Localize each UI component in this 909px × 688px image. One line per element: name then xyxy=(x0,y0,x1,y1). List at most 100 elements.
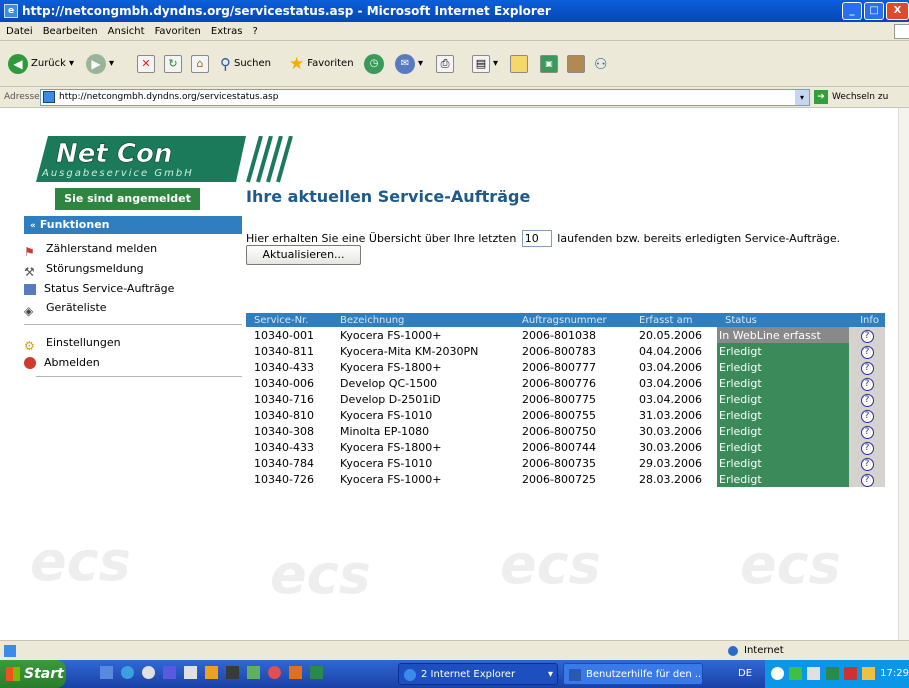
col-erfasst-am[interactable]: Erfasst am xyxy=(631,313,717,327)
home-button[interactable]: ⌂ xyxy=(191,53,209,75)
cell-bezeichnung: Kyocera FS-1010 xyxy=(340,408,433,422)
info-icon[interactable]: ? xyxy=(860,473,874,487)
cell-auftragsnummer: 2006-800783 xyxy=(522,344,596,358)
col-status[interactable]: Status xyxy=(717,313,849,327)
cell-service-nr: 10340-006 xyxy=(254,376,314,390)
col-info[interactable]: Info xyxy=(849,313,885,327)
info-icon[interactable]: ? xyxy=(860,329,874,343)
tray-icon[interactable] xyxy=(789,666,803,680)
col-service-nr[interactable]: Service-Nr. xyxy=(246,313,332,327)
windows-flag-icon xyxy=(6,667,20,681)
quick-launch xyxy=(100,666,325,679)
table-row: 10340-308 Minolta EP-1080 2006-800750 30.03… xyxy=(246,423,885,439)
quicklaunch-icon[interactable] xyxy=(205,666,218,679)
cell-service-nr: 10340-433 xyxy=(254,440,314,454)
go-arrow-icon[interactable]: ➔ xyxy=(814,90,828,104)
window-titlebar: e http://netcongmbh.dyndns.org/servicest… xyxy=(0,0,909,22)
tray-icon[interactable] xyxy=(807,666,821,680)
go-button[interactable]: Wechseln zu xyxy=(832,87,888,108)
sidebar-item-status[interactable]: Status Service-Aufträge xyxy=(24,279,174,298)
edit-button[interactable]: ▤ ▾ xyxy=(472,53,498,75)
language-indicator[interactable]: DE xyxy=(738,668,752,679)
menu-extras[interactable]: Extras xyxy=(211,26,243,37)
tray-icon[interactable] xyxy=(843,666,857,680)
quicklaunch-icon[interactable] xyxy=(121,666,134,679)
quicklaunch-icon[interactable] xyxy=(163,666,176,679)
stop-icon: ✕ xyxy=(137,55,155,73)
sidebar-item-geraeteliste[interactable]: ◈ Geräteliste xyxy=(24,298,107,318)
quicklaunch-icon[interactable] xyxy=(142,666,155,679)
watermark: ecs xyxy=(740,533,841,596)
info-icon[interactable]: ? xyxy=(860,441,874,455)
col-bezeichnung[interactable]: Bezeichnung xyxy=(332,313,514,327)
task-benutzerhilfe[interactable]: Benutzerhilfe für den ... xyxy=(563,663,703,685)
quicklaunch-icon[interactable] xyxy=(268,666,281,679)
sidebar-item-zaehlerstand[interactable]: ⚑ Zählerstand melden xyxy=(24,239,157,259)
messenger-button[interactable]: ▣ xyxy=(540,53,558,75)
close-button[interactable]: X xyxy=(886,2,909,20)
menu-bar: Datei Bearbeiten Ansicht Favoriten Extras? xyxy=(0,22,909,41)
chevron-left-icon: « xyxy=(30,221,36,231)
info-icon[interactable]: ? xyxy=(860,409,874,423)
quicklaunch-icon[interactable] xyxy=(289,666,302,679)
menu-datei[interactable]: Datei xyxy=(6,26,33,37)
tray-chevron-icon[interactable] xyxy=(771,666,784,680)
address-input[interactable]: http://netcongmbh.dyndns.org/servicestat… xyxy=(40,89,810,106)
back-button[interactable]: ◀ Zurück ▾ xyxy=(8,53,74,75)
maximize-button[interactable]: □ xyxy=(864,2,884,20)
history-button[interactable]: ◷ xyxy=(364,53,384,75)
cell-bezeichnung: Kyocera FS-1800+ xyxy=(340,360,442,374)
refresh-list-button[interactable]: Aktualisieren... xyxy=(246,245,361,265)
forward-button[interactable]: ▶ ▾ xyxy=(86,53,114,75)
watermark: ecs xyxy=(270,543,371,606)
sidebar-item-label: Abmelden xyxy=(44,356,100,369)
menu-help[interactable]: ? xyxy=(253,26,258,37)
print-button[interactable]: ⎙ xyxy=(436,53,454,75)
quicklaunch-icon[interactable] xyxy=(184,666,197,679)
mail-button[interactable]: ✉ ▾ xyxy=(395,53,423,75)
cell-info: ? xyxy=(849,391,885,407)
sidebar-item-stoerung[interactable]: ⚒ Störungsmeldung xyxy=(24,259,144,279)
table-row: 10340-006 Develop QC-1500 2006-800776 03.04… xyxy=(246,375,885,391)
menu-ansicht[interactable]: Ansicht xyxy=(108,26,145,37)
address-dropdown-icon[interactable]: ▾ xyxy=(795,90,809,105)
quicklaunch-icon[interactable] xyxy=(100,666,113,679)
cell-service-nr: 10340-811 xyxy=(254,344,314,358)
research-button[interactable] xyxy=(567,53,585,75)
users-button[interactable]: ⚇ xyxy=(594,53,607,75)
info-icon[interactable]: ? xyxy=(860,457,874,471)
cell-erfasst-am: 03.04.2006 xyxy=(639,376,702,390)
start-button[interactable]: Start xyxy=(0,660,66,688)
info-icon[interactable]: ? xyxy=(860,361,874,375)
sidebar-item-abmelden[interactable]: Abmelden xyxy=(24,353,100,372)
folder-button[interactable] xyxy=(510,53,528,75)
search-button[interactable]: ⚲ Suchen xyxy=(220,53,271,75)
cell-status: Erledigt xyxy=(717,359,849,375)
col-auftragsnummer[interactable]: Auftragsnummer xyxy=(514,313,631,327)
tray-icon[interactable] xyxy=(861,666,875,680)
quicklaunch-icon[interactable] xyxy=(247,666,260,679)
tray-icon[interactable] xyxy=(825,666,839,680)
dropdown-icon: ▾ xyxy=(109,58,115,69)
info-icon[interactable]: ? xyxy=(860,345,874,359)
sidebar-item-einstellungen[interactable]: ⚙ Einstellungen xyxy=(24,333,121,353)
info-icon[interactable]: ? xyxy=(860,425,874,439)
minimize-button[interactable]: _ xyxy=(842,2,862,20)
meter-icon: ⚑ xyxy=(24,245,35,259)
quicklaunch-icon[interactable] xyxy=(310,666,323,679)
task-internet-explorer[interactable]: 2 Internet Explorer ▾ xyxy=(398,663,558,685)
search-icon: ⚲ xyxy=(220,55,231,73)
vertical-scrollbar[interactable] xyxy=(898,108,909,640)
menu-bearbeiten[interactable]: Bearbeiten xyxy=(43,26,98,37)
quicklaunch-icon[interactable] xyxy=(226,666,239,679)
stop-button[interactable]: ✕ xyxy=(137,53,155,75)
info-icon[interactable]: ? xyxy=(860,393,874,407)
cell-info: ? xyxy=(849,407,885,423)
refresh-button[interactable]: ↻ xyxy=(164,53,182,75)
count-input[interactable] xyxy=(521,230,552,247)
info-icon[interactable]: ? xyxy=(860,377,874,391)
favorites-button[interactable]: ★ Favoriten xyxy=(289,53,354,75)
menu-favoriten[interactable]: Favoriten xyxy=(155,26,201,37)
page-content: ecs ecs ecs ecs Net Con Ausgabeservice G… xyxy=(0,108,898,640)
address-label: Adresse xyxy=(4,92,40,102)
